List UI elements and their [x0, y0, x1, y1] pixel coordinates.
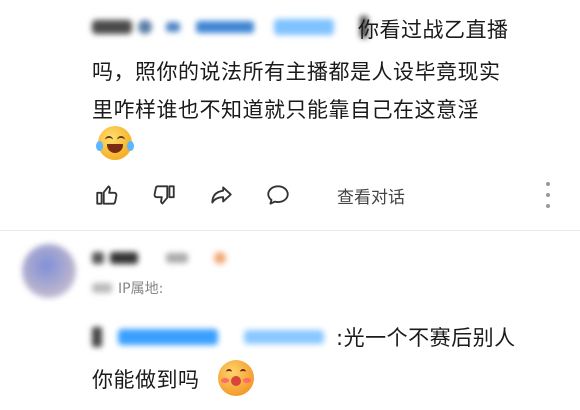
blushing-emoji	[218, 360, 254, 396]
emoji-mouth	[231, 376, 241, 386]
redaction-block	[92, 327, 102, 347]
redaction-block	[166, 253, 188, 263]
emoji-tear	[96, 141, 103, 151]
share-icon	[211, 186, 232, 204]
redaction-block	[92, 283, 112, 293]
share-button[interactable]	[206, 180, 236, 210]
laughing-crying-emoji	[96, 126, 134, 160]
emoji-tear	[127, 141, 134, 151]
redaction-block	[92, 20, 132, 34]
emoji-eye	[240, 369, 246, 375]
reply-text-line1: 你看过战乙直播	[358, 18, 509, 42]
reply-text-line3: 里咋样谁也不知道就只能靠自己在这意淫	[92, 98, 479, 122]
redacted-username	[92, 8, 372, 46]
avatar[interactable]	[22, 244, 76, 298]
reply-comment: 你看过战乙直播 吗，照你的说法所有主播都是人设毕竟现实 里咋样谁也不知道就只能靠…	[0, 0, 580, 232]
redaction-block	[214, 252, 226, 264]
comment-icon	[267, 185, 289, 205]
emoji-mouth	[107, 144, 123, 153]
dot	[546, 182, 550, 186]
redaction-block	[244, 330, 324, 344]
redaction-block	[166, 22, 180, 32]
comment-text-line1: :光一个不赛后别人	[92, 322, 516, 352]
redaction-block	[92, 252, 104, 264]
reply-text-line2: 吗，照你的说法所有主播都是人设毕竟现实	[92, 60, 501, 84]
ip-location-label: IP属地:	[118, 281, 164, 297]
comment-text: :光一个不赛后别人	[336, 326, 516, 350]
redaction-block	[138, 20, 152, 34]
thumbs-down-icon	[153, 185, 175, 205]
emoji-eye	[105, 136, 113, 142]
redaction-block	[196, 21, 254, 33]
emoji-blush	[221, 378, 229, 383]
thumbs-up-icon	[96, 185, 118, 205]
redacted-username	[92, 246, 226, 270]
emoji-eye	[117, 136, 125, 142]
comment-meta: IP属地:	[92, 278, 163, 298]
divider	[0, 230, 580, 231]
more-vertical-icon[interactable]	[538, 182, 558, 208]
reply-actions: 查看对话	[92, 180, 405, 210]
dislike-button[interactable]	[149, 180, 179, 210]
redaction-block	[118, 329, 218, 345]
comment-button[interactable]	[263, 180, 293, 210]
comment-text-line2: 你能做到吗	[92, 368, 200, 392]
emoji-eye	[226, 369, 232, 375]
dot	[546, 193, 550, 197]
redaction-block	[110, 252, 138, 264]
view-conversation-link[interactable]: 查看对话	[337, 183, 405, 208]
dot	[546, 204, 550, 208]
redaction-block	[274, 19, 334, 35]
like-button[interactable]	[92, 180, 122, 210]
emoji-blush	[243, 378, 251, 383]
